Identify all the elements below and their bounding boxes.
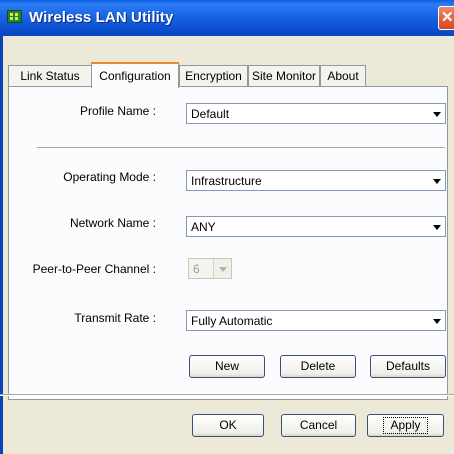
operating-mode-value: Infrastructure (191, 174, 262, 188)
transmit-rate-select[interactable]: Fully Automatic (186, 310, 446, 331)
close-button[interactable]: ✕ (438, 6, 454, 30)
network-name-value: ANY (191, 220, 216, 234)
chevron-down-icon (213, 259, 231, 278)
profile-name-label: Profile Name : (79, 104, 156, 118)
transmit-rate-label: Transmit Rate : (74, 311, 156, 325)
tab-encryption[interactable]: Encryption (179, 65, 248, 86)
close-icon: ✕ (441, 9, 454, 26)
wireless-lan-utility-window: Wireless LAN Utility ✕ Link Status Confi… (0, 0, 454, 454)
chevron-down-icon[interactable] (428, 311, 445, 330)
tab-configuration[interactable]: Configuration (91, 62, 179, 88)
apply-button[interactable]: Apply (367, 414, 444, 437)
cancel-button[interactable]: Cancel (281, 414, 356, 437)
ok-button[interactable]: OK (192, 414, 264, 437)
peer-channel-select: 6 (188, 258, 232, 279)
tab-site-monitor[interactable]: Site Monitor (248, 65, 320, 86)
footer-divider (0, 394, 454, 396)
profile-name-select[interactable]: Default (186, 103, 446, 124)
operating-mode-label: Operating Mode : (63, 170, 156, 184)
title-bar[interactable]: Wireless LAN Utility ✕ (0, 0, 454, 36)
chevron-down-icon[interactable] (428, 104, 445, 123)
network-name-combobox[interactable]: ANY (186, 216, 446, 237)
chevron-down-icon[interactable] (428, 217, 445, 236)
new-button[interactable]: New (189, 355, 265, 378)
defaults-button[interactable]: Defaults (370, 355, 446, 378)
peer-channel-value: 6 (193, 262, 200, 276)
tab-about[interactable]: About (320, 65, 366, 86)
window-border (0, 36, 3, 454)
network-name-label: Network Name : (69, 216, 156, 230)
network-card-icon (7, 10, 22, 23)
delete-button[interactable]: Delete (280, 355, 356, 378)
peer-channel-label: Peer-to-Peer Channel : (32, 262, 156, 276)
divider (37, 147, 445, 149)
operating-mode-select[interactable]: Infrastructure (186, 170, 446, 191)
chevron-down-icon[interactable] (428, 171, 445, 190)
transmit-rate-value: Fully Automatic (191, 314, 273, 328)
apply-button-label: Apply (383, 417, 428, 434)
window-title: Wireless LAN Utility (29, 9, 174, 26)
configuration-panel (8, 86, 448, 400)
tab-link-status[interactable]: Link Status (8, 65, 92, 86)
profile-name-value: Default (191, 107, 230, 121)
